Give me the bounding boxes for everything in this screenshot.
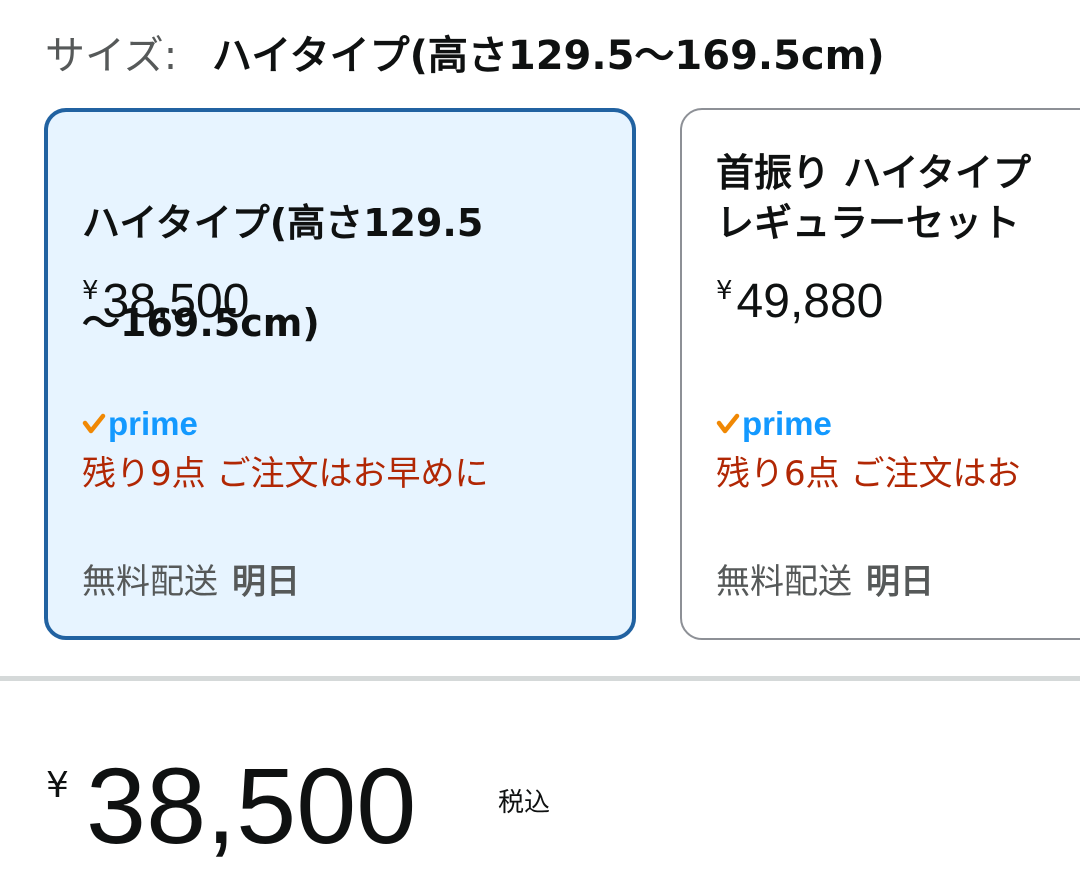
section-divider	[0, 676, 1080, 681]
prime-text: prime	[108, 405, 198, 442]
prime-text: prime	[742, 405, 832, 442]
selected-size-value: ハイタイプ(高さ129.5〜169.5cm)	[212, 33, 885, 79]
delivery-info: 無料配送 明日	[82, 558, 300, 606]
variant-title: 首振り ハイタイプ レギュラーセット	[716, 148, 1080, 248]
variant-title-line-1: 首振り ハイタイプ	[716, 151, 1031, 195]
total-price-amount: 38,500	[86, 745, 417, 866]
prime-badge: prime	[716, 404, 832, 444]
currency-symbol: ¥	[82, 276, 99, 306]
price-amount: 38,500	[102, 275, 250, 328]
prime-check-icon	[82, 413, 106, 434]
prime-badge: prime	[82, 404, 198, 444]
variant-card-high-type[interactable]: ハイタイプ(高さ129.5 〜169.5cm) ¥38,500 prime 残り…	[44, 108, 636, 640]
price-amount: 49,880	[736, 275, 884, 328]
variant-title-line-2: レギュラーセット	[716, 201, 1021, 245]
delivery-day: 明日	[866, 562, 934, 602]
delivery-day: 明日	[232, 562, 300, 602]
total-currency-symbol: ¥	[46, 765, 69, 806]
variant-price: ¥49,880	[716, 272, 883, 332]
prime-check-icon	[716, 413, 740, 434]
variant-title-line-1: ハイタイプ(高さ129.5	[82, 201, 484, 245]
delivery-info: 無料配送 明日	[716, 558, 934, 606]
tax-included-note: 税込	[498, 788, 551, 818]
size-label: サイズ:	[45, 33, 178, 79]
variant-price: ¥38,500	[82, 272, 249, 332]
delivery-label: 無料配送	[716, 562, 852, 602]
product-variant-page: サイズ: ハイタイプ(高さ129.5〜169.5cm) ハイタイプ(高さ129.…	[0, 0, 1080, 880]
size-selector-row: サイズ: ハイタイプ(高さ129.5〜169.5cm)	[45, 28, 885, 84]
variant-card-swing-high-type[interactable]: 首振り ハイタイプ レギュラーセット ¥49,880 prime 残り6点 ご注…	[680, 108, 1080, 640]
stock-warning: 残り6点 ご注文はお	[716, 454, 1021, 494]
stock-warning: 残り9点 ご注文はお早めに	[82, 454, 489, 494]
delivery-label: 無料配送	[82, 562, 218, 602]
currency-symbol: ¥	[716, 276, 733, 306]
